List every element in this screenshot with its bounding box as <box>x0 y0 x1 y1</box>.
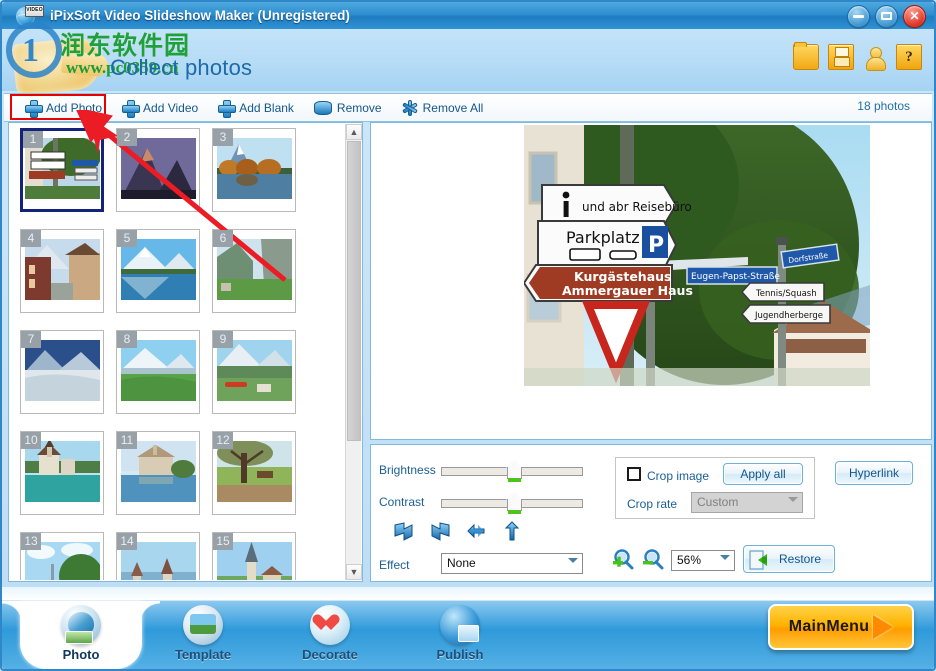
thumbnail-number: 6 <box>213 230 233 247</box>
thumbnail-number: 4 <box>21 230 41 247</box>
thumbnail-number: 9 <box>213 331 233 348</box>
thumbnail-number: 13 <box>21 533 41 550</box>
thumbnail-number: 7 <box>21 331 41 348</box>
thumbnail-number: 2 <box>117 129 137 146</box>
thumbnail-number: 5 <box>117 230 137 247</box>
thumbnail-number: 12 <box>213 432 233 449</box>
window-border <box>0 0 936 671</box>
thumbnail-number: 11 <box>117 432 137 449</box>
thumbnail-number: 8 <box>117 331 137 348</box>
thumbnail-number: 15 <box>213 533 233 550</box>
thumbnail-number: 10 <box>21 432 41 449</box>
thumbnail-number: 3 <box>213 129 233 146</box>
thumbnail-number: 1 <box>23 131 43 148</box>
application-window: VIDEO iPixSoft Video Slideshow Maker (Un… <box>0 0 936 671</box>
thumbnail-number: 14 <box>117 533 137 550</box>
